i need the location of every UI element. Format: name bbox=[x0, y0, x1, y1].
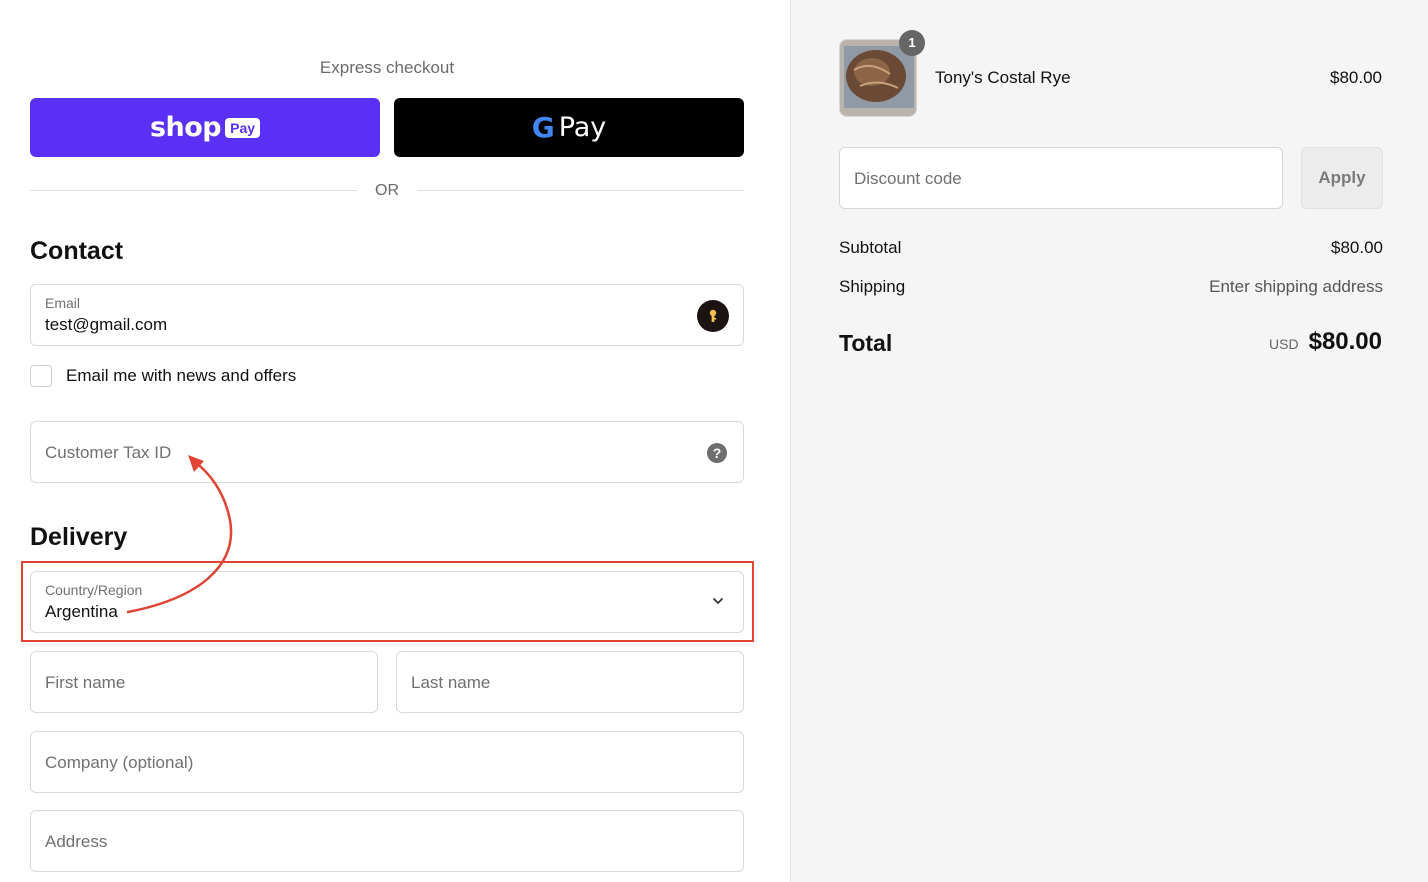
product-name: Tony's Costal Rye bbox=[935, 68, 1071, 87]
last-name-placeholder: Last name bbox=[411, 673, 491, 692]
newsletter-label: Email me with news and offers bbox=[66, 366, 297, 385]
shipping-label: Shipping bbox=[839, 277, 906, 296]
first-name-field[interactable]: First name bbox=[30, 651, 378, 713]
product-price: $80.00 bbox=[1330, 68, 1382, 87]
shop-pay-badge: Pay bbox=[225, 117, 261, 138]
company-field[interactable]: Company (optional) bbox=[30, 731, 744, 793]
total-currency: USD bbox=[1269, 336, 1299, 352]
google-g-icon: G bbox=[531, 111, 555, 144]
discount-code-input[interactable]: Discount code bbox=[839, 147, 1283, 209]
checkout-form-panel: Express checkout shop Pay G Pay OR Conta… bbox=[0, 0, 790, 882]
express-checkout-title: Express checkout bbox=[319, 58, 455, 77]
google-pay-label: Pay bbox=[558, 112, 607, 143]
contact-heading: Contact bbox=[30, 237, 124, 265]
total-value-group: USD $80.00 bbox=[1269, 328, 1382, 356]
address-placeholder: Address bbox=[45, 832, 108, 851]
shipping-value: Enter shipping address bbox=[1209, 277, 1383, 296]
total-amount: $80.00 bbox=[1308, 328, 1382, 355]
email-value: test@gmail.com bbox=[45, 315, 168, 334]
shop-pay-logo: shop bbox=[149, 112, 222, 143]
email-field[interactable]: Email test@gmail.com bbox=[30, 284, 744, 346]
order-summary-panel: 1 Tony's Costal Rye $80.00 Discount code… bbox=[790, 0, 1428, 882]
address-field[interactable]: Address bbox=[30, 810, 744, 872]
quantity-badge: 1 bbox=[899, 30, 925, 56]
annotation-highlight-box bbox=[21, 561, 754, 642]
subtotal-label: Subtotal bbox=[839, 238, 902, 257]
email-label: Email bbox=[45, 295, 81, 311]
customer-tax-id-placeholder: Customer Tax ID bbox=[45, 443, 172, 462]
company-placeholder: Company (optional) bbox=[45, 753, 194, 772]
google-pay-button[interactable]: G Pay bbox=[394, 98, 744, 157]
customer-tax-id-field[interactable]: Customer Tax ID ? bbox=[30, 421, 744, 483]
help-icon[interactable]: ? bbox=[707, 443, 727, 463]
newsletter-row[interactable]: Email me with news and offers bbox=[30, 363, 296, 389]
password-key-icon[interactable] bbox=[697, 300, 729, 332]
delivery-heading: Delivery bbox=[30, 523, 128, 551]
apply-button[interactable]: Apply bbox=[1301, 147, 1383, 209]
subtotal-value: $80.00 bbox=[1331, 238, 1383, 257]
newsletter-checkbox[interactable] bbox=[30, 365, 52, 387]
total-label: Total bbox=[839, 330, 893, 356]
last-name-field[interactable]: Last name bbox=[396, 651, 744, 713]
or-text: OR bbox=[375, 182, 399, 199]
shop-pay-button[interactable]: shop Pay bbox=[30, 98, 380, 157]
divider-line-right bbox=[417, 190, 744, 191]
first-name-placeholder: First name bbox=[45, 673, 126, 692]
or-divider: OR bbox=[30, 180, 744, 202]
discount-code-placeholder: Discount code bbox=[854, 169, 962, 188]
